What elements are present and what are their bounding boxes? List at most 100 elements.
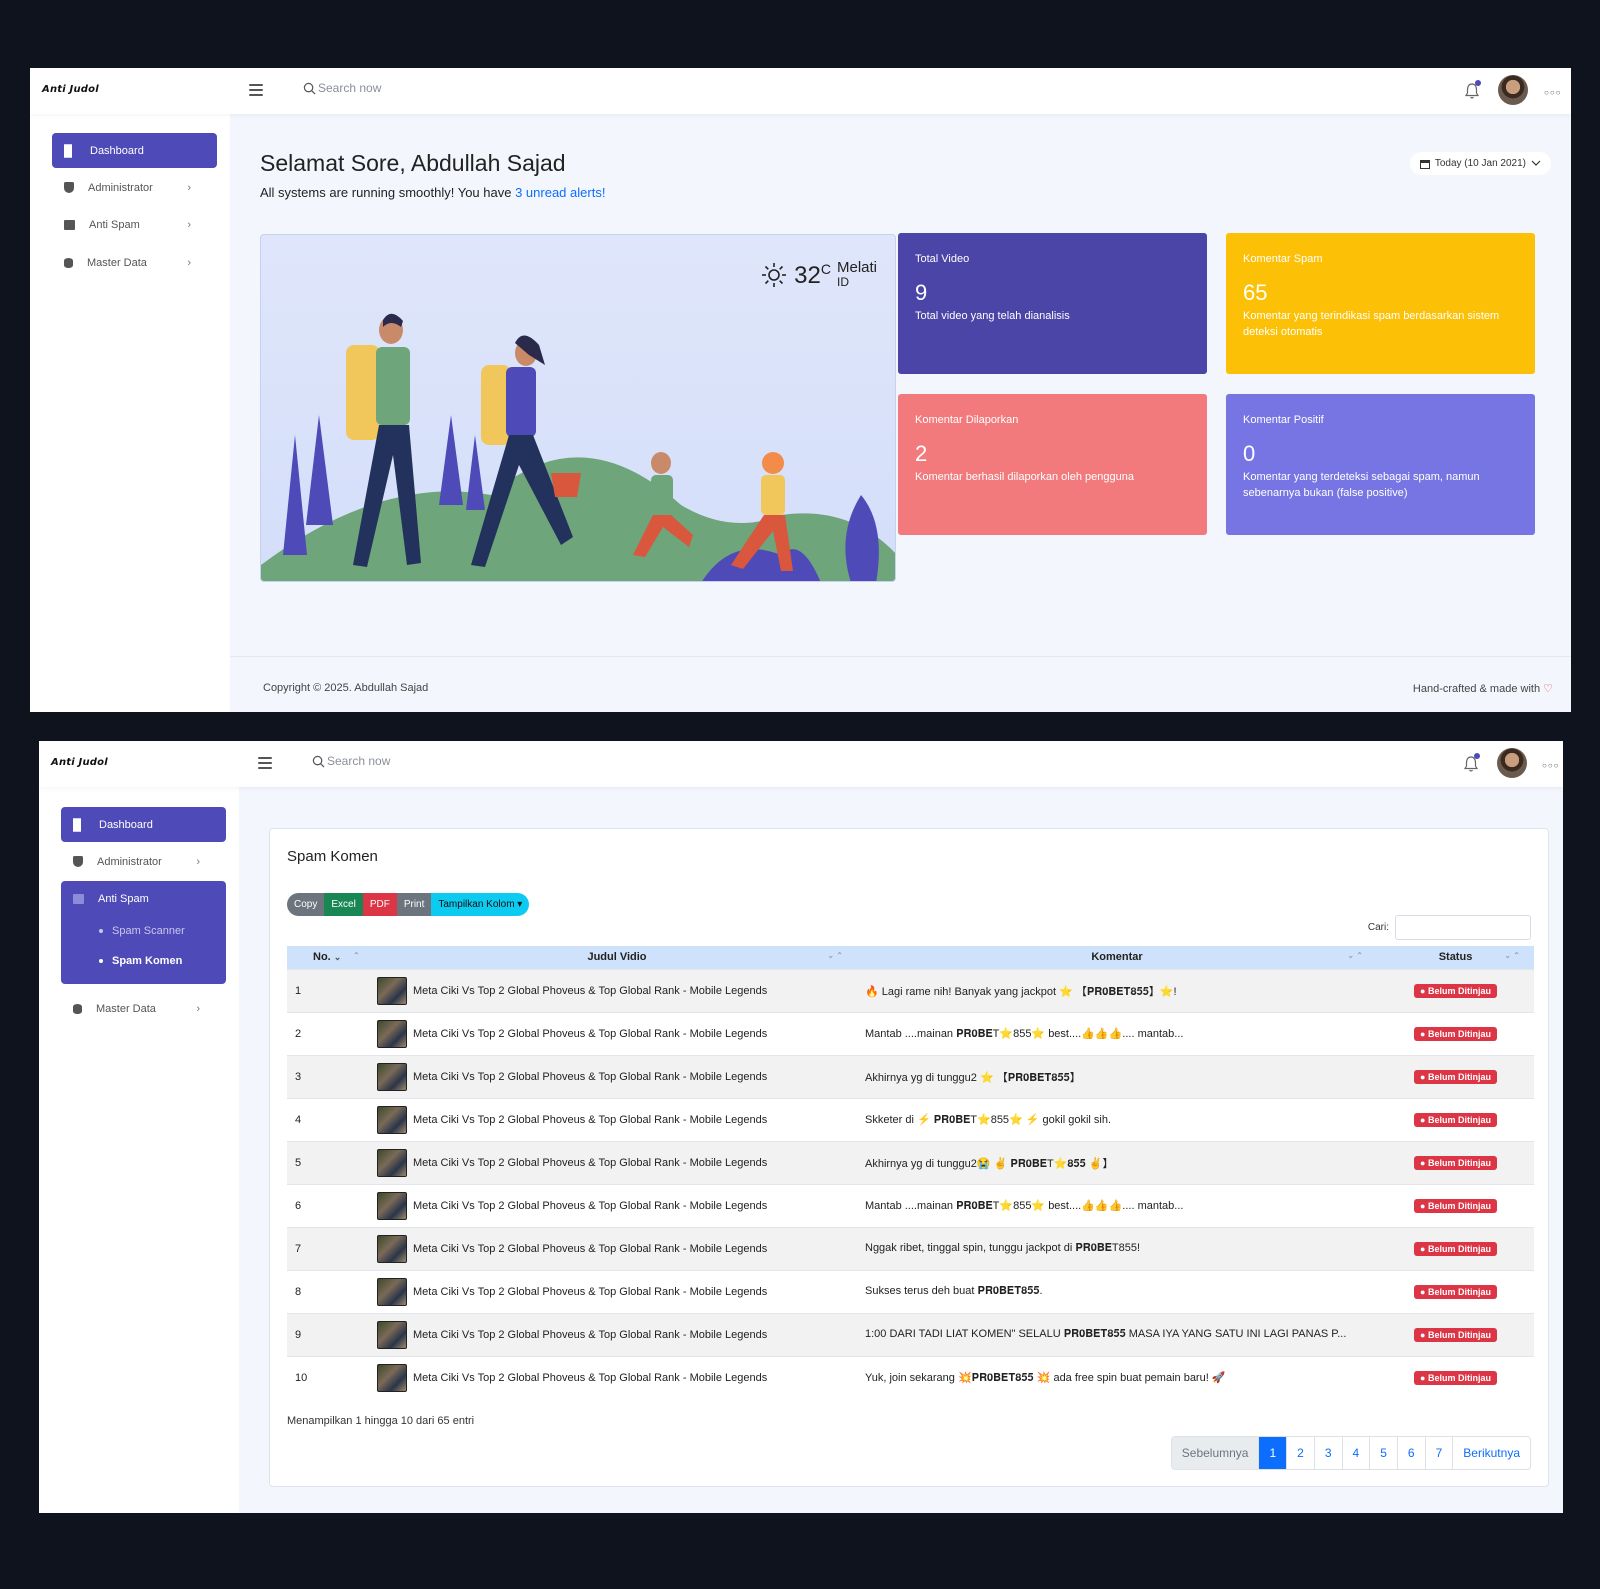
table-row[interactable]: 7 Meta Ciki Vs Top 2 Global Phoveus & Top…: [287, 1226, 1534, 1270]
pagination-page[interactable]: 5: [1369, 1437, 1397, 1469]
pagination-page[interactable]: 1: [1258, 1437, 1287, 1469]
pagination-page[interactable]: 6: [1396, 1437, 1425, 1469]
pagination-page[interactable]: 2: [1286, 1437, 1314, 1469]
export-button-0[interactable]: Copy: [287, 893, 325, 916]
sidebar-item-dashboard[interactable]: Dashboard: [52, 133, 217, 168]
notification-bell-icon[interactable]: [1463, 753, 1480, 778]
table-row[interactable]: 6 Meta Ciki Vs Top 2 Global Phoveus & Top…: [287, 1183, 1534, 1227]
table-row[interactable]: 10 Meta Ciki Vs Top 2 Global Phoveus & To…: [287, 1355, 1534, 1399]
status-badge: ● Belum Ditinjau: [1414, 1241, 1497, 1256]
table-row[interactable]: 8 Meta Ciki Vs Top 2 Global Phoveus & Top…: [287, 1269, 1534, 1313]
column-header-judul[interactable]: Judul Vidio ⌄ ⌃: [377, 946, 857, 969]
pagination-previous[interactable]: Sebelumnya: [1171, 1437, 1259, 1469]
stat-card-total-video: Total Video 9 Total video yang telah dia…: [898, 233, 1207, 374]
dashboard-icon: [64, 143, 76, 158]
table-row[interactable]: 9 Meta Ciki Vs Top 2 Global Phoveus & Top…: [287, 1312, 1534, 1356]
sidebar-subitem-spam-scanner[interactable]: Spam Scanner: [61, 916, 226, 946]
sidebar-item-administrator[interactable]: Administrator ›: [52, 170, 217, 205]
page-title: Selamat Sore, Abdullah Sajad: [260, 150, 566, 176]
export-button-3[interactable]: Print: [396, 893, 432, 916]
video-thumbnail: [377, 1277, 407, 1306]
sidebar-item-anti-spam[interactable]: Anti Spam: [61, 881, 226, 916]
video-title-text: Meta Ciki Vs Top 2 Global Phoveus & Top …: [413, 1027, 768, 1040]
sidebar-item-master-data[interactable]: Master Data ›: [61, 991, 226, 1026]
table-row[interactable]: 3 Meta Ciki Vs Top 2 Global Phoveus & Top…: [287, 1054, 1534, 1098]
row-status: ● Belum Ditinjau: [1377, 1054, 1534, 1098]
weather-widget: 32C Melati ID: [760, 259, 877, 290]
dashboard-icon: [73, 817, 85, 832]
menu-toggle-icon[interactable]: [249, 84, 263, 96]
video-title-text: Meta Ciki Vs Top 2 Global Phoveus & Top …: [413, 1113, 768, 1126]
column-header-status[interactable]: Status ⌄ ⌃: [1377, 946, 1534, 969]
status-badge: ● Belum Ditinjau: [1414, 1198, 1497, 1213]
status-badge: ● Belum Ditinjau: [1414, 1112, 1497, 1127]
chevron-right-icon: ›: [196, 855, 200, 868]
card-description: Total video yang telah dianalisis: [915, 310, 1070, 322]
table-row[interactable]: 2 Meta Ciki Vs Top 2 Global Phoveus & Top…: [287, 1011, 1534, 1055]
card-value: 9: [915, 280, 928, 305]
table-search: Cari:: [1368, 915, 1531, 940]
sidebar-item-label: Administrator: [97, 855, 162, 868]
user-avatar[interactable]: [1498, 75, 1528, 105]
column-header-no[interactable]: No. ⌄ ⌃: [287, 946, 377, 969]
card-description: Komentar yang terindikasi spam berdasark…: [1243, 310, 1500, 338]
sidebar-item-label: Anti Spam: [89, 218, 140, 231]
row-comment: Mantab ....mainan 𝐏𝐑𝟎𝐁𝐄T⭐855⭐ best....👍👍…: [857, 1183, 1377, 1227]
status-badge: ● Belum Ditinjau: [1414, 1155, 1497, 1170]
pagination-page[interactable]: 4: [1341, 1437, 1370, 1469]
pagination-page[interactable]: 3: [1313, 1437, 1342, 1469]
pagination-next[interactable]: Berikutnya: [1452, 1437, 1530, 1469]
status-text: All systems are running smoothly! You ha…: [260, 185, 516, 200]
table-row[interactable]: 4 Meta Ciki Vs Top 2 Global Phoveus & Top…: [287, 1097, 1534, 1141]
sidebar-item-label: Dashboard: [90, 144, 144, 157]
row-video-title: Meta Ciki Vs Top 2 Global Phoveus & Top …: [377, 1097, 857, 1141]
stat-card-komentar-positif: Komentar Positif 0 Komentar yang terdete…: [1226, 394, 1535, 535]
shield-icon: [64, 182, 74, 193]
row-video-title: Meta Ciki Vs Top 2 Global Phoveus & Top …: [377, 1011, 857, 1055]
weather-location: Melati ID: [836, 259, 877, 289]
unread-alerts-link[interactable]: 3 unread alerts!: [515, 185, 605, 200]
sidebar-subitem-spam-komen[interactable]: Spam Komen: [61, 946, 226, 976]
menu-toggle-icon[interactable]: [258, 757, 272, 769]
pagination-page[interactable]: 7: [1424, 1437, 1453, 1469]
export-button-4[interactable]: Tampilkan Kolom ▾: [431, 893, 530, 916]
date-picker[interactable]: Today (10 Jan 2021): [1409, 152, 1551, 175]
chevron-right-icon: ›: [187, 256, 191, 269]
card-value: 0: [1243, 441, 1256, 466]
table-row[interactable]: 1 Meta Ciki Vs Top 2 Global Phoveus & Top…: [287, 968, 1534, 1012]
row-number: 7: [287, 1226, 377, 1270]
sidebar-item-label: Master Data: [87, 256, 147, 269]
pagination: Sebelumnya 1 2 3 4 5 6 7 Berikutnya: [1170, 1436, 1531, 1470]
sidebar-item-anti-spam[interactable]: Anti Spam ›: [52, 207, 217, 242]
brand-logo[interactable]: Anti Judol: [42, 84, 99, 95]
video-thumbnail: [377, 1148, 407, 1177]
export-button-2[interactable]: PDF: [362, 893, 397, 916]
more-options-icon[interactable]: ○○○: [1542, 761, 1560, 770]
status-badge: ● Belum Ditinjau: [1414, 1370, 1497, 1385]
row-video-title: Meta Ciki Vs Top 2 Global Phoveus & Top …: [377, 968, 857, 1012]
notification-bell-icon[interactable]: [1464, 80, 1481, 105]
export-button-1[interactable]: Excel: [324, 893, 363, 916]
column-header-komentar[interactable]: Komentar ⌄ ⌃: [857, 946, 1377, 969]
table-search-input[interactable]: [1395, 915, 1531, 940]
sun-icon: [762, 263, 787, 287]
more-options-icon[interactable]: ○○○: [1544, 88, 1562, 97]
search-icon: [312, 755, 325, 767]
row-video-title: Meta Ciki Vs Top 2 Global Phoveus & Top …: [377, 1140, 857, 1184]
spam-komen-screen: Anti Judol ○○○ Dashboard Administrator ›…: [39, 741, 1563, 1513]
calendar-icon: [1419, 159, 1430, 169]
card-title: Komentar Dilaporkan: [915, 414, 1019, 426]
sidebar-item-dashboard[interactable]: Dashboard: [61, 807, 226, 842]
sidebar-item-master-data[interactable]: Master Data ›: [52, 245, 217, 280]
search-input[interactable]: [327, 754, 527, 768]
table-row[interactable]: 5 Meta Ciki Vs Top 2 Global Phoveus & Top…: [287, 1140, 1534, 1184]
brand-logo[interactable]: Anti Judol: [51, 757, 108, 768]
notification-dot: [1475, 80, 1481, 86]
status-message: All systems are running smoothly! You ha…: [260, 185, 605, 200]
row-status: ● Belum Ditinjau: [1377, 1269, 1534, 1313]
user-avatar[interactable]: [1497, 748, 1527, 778]
row-comment: Nggak ribet, tinggal spin, tunggu jackpo…: [857, 1226, 1377, 1270]
sidebar-item-administrator[interactable]: Administrator ›: [61, 844, 226, 879]
sidebar: Dashboard Administrator › Anti Spam Spam…: [39, 787, 239, 1513]
search-input[interactable]: [318, 81, 518, 95]
